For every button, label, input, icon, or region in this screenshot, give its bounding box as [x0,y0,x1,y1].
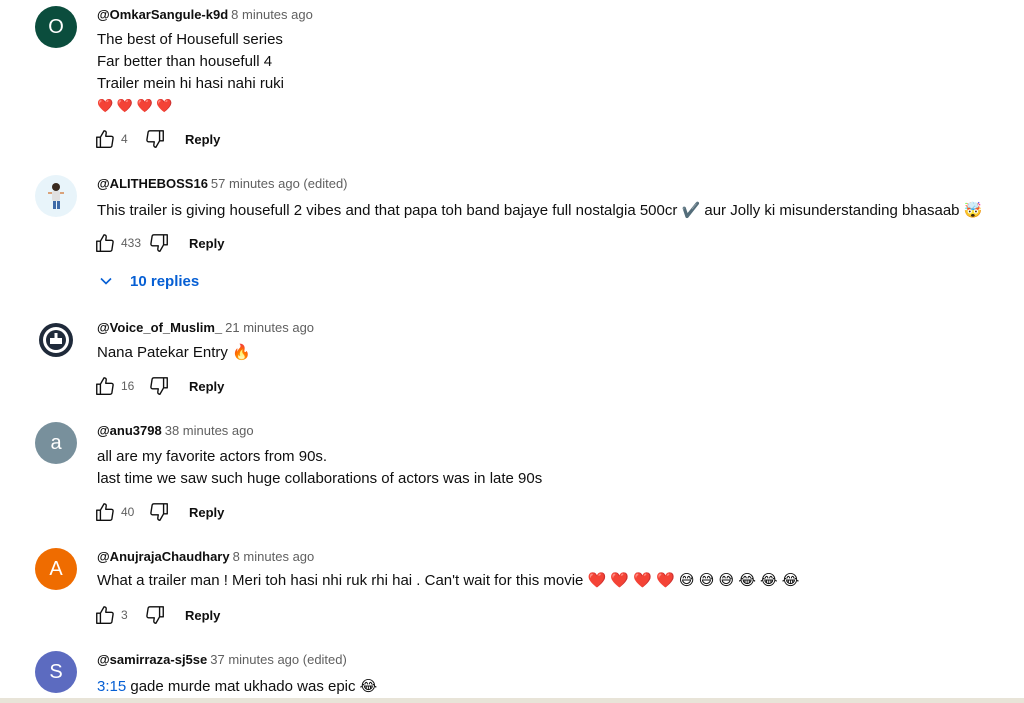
comment-author[interactable]: @Voice_of_Muslim_ [97,320,222,335]
comment-text: What a trailer man ! Meri toh hasi nhi r… [97,572,800,589]
person-avatar-icon[interactable] [35,175,77,217]
comment-time[interactable]: 8 minutes ago [233,549,315,564]
comment-author[interactable]: @OmkarSangule-k9d [97,7,228,22]
reply-button[interactable]: Reply [189,236,224,251]
comment-time[interactable]: 38 minutes ago [165,423,254,438]
dislike-icon[interactable] [147,374,171,398]
dislike-icon[interactable] [147,231,171,255]
logo-avatar-icon[interactable] [35,319,77,361]
comment-author[interactable]: @anu3798 [97,423,162,438]
reply-button[interactable]: Reply [189,505,224,520]
dislike-icon[interactable] [147,500,171,524]
chevron-down-icon [98,273,120,289]
avatar[interactable]: O [35,6,77,48]
comment-text: The best of Housefull series Far better … [97,31,285,113]
comment-time[interactable]: 8 minutes ago [231,7,313,22]
dislike-icon[interactable] [143,127,167,151]
avatar[interactable]: a [35,422,77,464]
like-icon[interactable] [93,603,117,627]
reply-button[interactable]: Reply [189,379,224,394]
comment-author[interactable]: @samirraza-sj5se [97,652,207,667]
avatar[interactable]: A [35,548,77,590]
like-icon[interactable] [93,127,117,151]
comment-text: all are my favorite actors from 90s. las… [97,448,543,487]
comment-author[interactable]: @ALITHEBOSS16 [97,176,208,191]
comment-time[interactable]: 57 minutes ago (edited) [211,176,348,191]
like-count: 4 [121,132,128,146]
like-icon[interactable] [93,374,117,398]
comment-author[interactable]: @AnujrajaChaudhary [97,549,230,564]
like-count: 3 [121,608,128,622]
view-replies-button[interactable]: 10 replies [98,270,199,292]
like-count: 433 [121,236,142,250]
comment-time[interactable]: 21 minutes ago [225,320,314,335]
reply-button[interactable]: Reply [185,132,220,147]
avatar[interactable]: S [35,651,77,693]
reply-button[interactable]: Reply [185,608,220,623]
comment-text: Nana Patekar Entry 🔥 [97,344,251,361]
comment-time[interactable]: 37 minutes ago (edited) [210,652,347,667]
like-icon[interactable] [93,500,117,524]
dislike-icon[interactable] [143,603,167,627]
like-count: 16 [121,379,135,393]
like-count: 40 [121,505,135,519]
replies-count-label: 10 replies [130,272,200,290]
timestamp-link[interactable]: 3:15 [97,678,126,695]
comment-text: 3:15 gade murde mat ukhado was epic 😂 [97,678,378,695]
like-icon[interactable] [93,231,117,255]
bottom-edge [0,698,1024,703]
comment-text: This trailer is giving housefull 2 vibes… [97,202,983,219]
